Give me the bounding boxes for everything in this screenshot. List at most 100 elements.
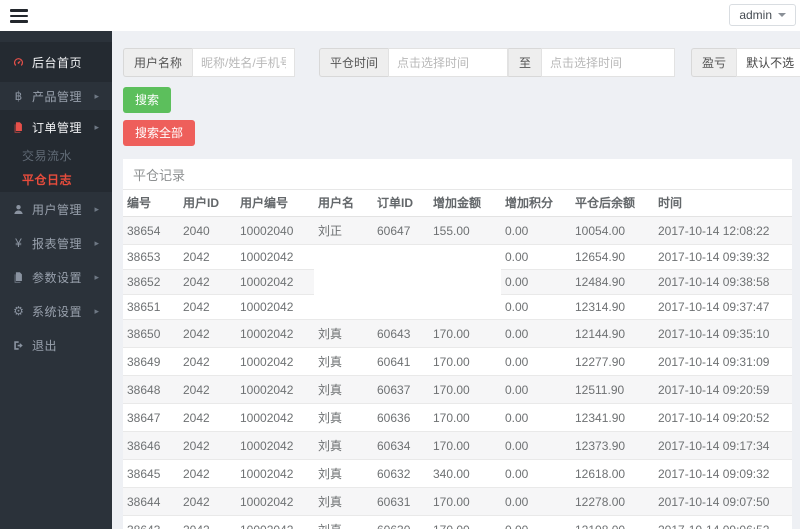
table-cell: 10002042 bbox=[236, 403, 314, 432]
sidebar-item-trade-flow[interactable]: 交易流水 bbox=[0, 144, 112, 166]
table-cell: 12144.90 bbox=[571, 319, 654, 348]
profit-loss-select[interactable]: 默认不选 bbox=[736, 48, 800, 77]
panel-title: 平仓记录 bbox=[123, 159, 792, 190]
search-all-button[interactable]: 搜索全部 bbox=[123, 120, 196, 146]
table-row: 38654 2040 10002040 刘正 60647 155.00 0.00 10054.… bbox=[123, 216, 792, 245]
table-cell: 12341.90 bbox=[571, 403, 654, 432]
sidebar-item-label: 交易流水 bbox=[22, 148, 73, 163]
table-cell: 2017-10-14 09:17:34 bbox=[654, 431, 792, 460]
table-cell: 12373.90 bbox=[571, 431, 654, 460]
table-cell: 12618.00 bbox=[571, 459, 654, 488]
table-cell: 12511.90 bbox=[571, 375, 654, 404]
column-header: 增加积分 bbox=[501, 190, 571, 217]
chevron-right-icon: ▸ bbox=[94, 203, 99, 214]
table-cell: 10002040 bbox=[236, 216, 314, 245]
close-records-panel: 平仓记录 编号 用户ID 用户编号 用户名 订单ID 增加金额 增加积分 平仓后余额 时间 38… bbox=[123, 159, 792, 529]
table-cell: 38652 bbox=[123, 269, 179, 295]
table-cell: 12654.90 bbox=[571, 244, 654, 270]
table-cell: 170.00 bbox=[429, 375, 501, 404]
logout-icon bbox=[10, 339, 27, 352]
table-cell: 2042 bbox=[179, 403, 236, 432]
table-cell: 0.00 bbox=[501, 515, 571, 529]
table-cell: 10002042 bbox=[236, 269, 314, 295]
table-cell: 10002042 bbox=[236, 244, 314, 270]
table-cell: 10002042 bbox=[236, 515, 314, 529]
user-menu-button[interactable]: admin bbox=[729, 4, 796, 26]
table-cell: 0.00 bbox=[501, 459, 571, 488]
table-cell: 60643 bbox=[373, 319, 429, 348]
search-button[interactable]: 搜索 bbox=[123, 87, 172, 113]
sidebar-item-users[interactable]: 用户管理 ▸ bbox=[0, 192, 112, 226]
table-cell: 2042 bbox=[179, 319, 236, 348]
username-input[interactable] bbox=[192, 48, 296, 77]
profit-loss-filter-group: 盈亏 默认不选 bbox=[691, 48, 800, 77]
table-cell bbox=[314, 269, 373, 295]
sidebar-item-home[interactable]: 后台首页 bbox=[0, 42, 112, 82]
sidebar-item-params[interactable]: 参数设置 ▸ bbox=[0, 260, 112, 294]
table-cell: 10054.00 bbox=[571, 216, 654, 245]
table-cell: 170.00 bbox=[429, 403, 501, 432]
table-cell: 刘真 bbox=[314, 319, 373, 348]
column-header: 平仓后余额 bbox=[571, 190, 654, 217]
table-cell: 12484.90 bbox=[571, 269, 654, 295]
table-row: 38649 2042 10002042 刘真 60641 170.00 0.00 12277.… bbox=[123, 347, 792, 376]
table-cell bbox=[429, 269, 501, 295]
table-cell: 60636 bbox=[373, 403, 429, 432]
chevron-down-icon bbox=[778, 13, 786, 17]
main-content: 用户名称 平仓时间 至 盈亏 默认不选 搜索 搜索全部 平仓记录 bbox=[112, 31, 800, 529]
column-header: 增加金额 bbox=[429, 190, 501, 217]
yen-icon: ¥ bbox=[15, 236, 22, 250]
column-header: 用户编号 bbox=[236, 190, 314, 217]
table-cell: 0.00 bbox=[501, 294, 571, 320]
table-row: 38650 2042 10002042 刘真 60643 170.00 0.00 12144.… bbox=[123, 319, 792, 348]
table-cell bbox=[373, 269, 429, 295]
table-cell: 2042 bbox=[179, 269, 236, 295]
table-cell: 38645 bbox=[123, 459, 179, 488]
table-row: 38652 2042 10002042 0.00 12484.90 2017-10-14 … bbox=[123, 269, 792, 295]
close-time-to-input[interactable] bbox=[541, 48, 676, 77]
close-time-from-input[interactable] bbox=[388, 48, 509, 77]
close-time-filter-label: 平仓时间 bbox=[319, 48, 389, 77]
filter-bar: 用户名称 平仓时间 至 盈亏 默认不选 bbox=[123, 48, 800, 77]
sidebar: 后台首页฿产品管理 ▸ 订单管理 ▸ 交易流水 平仓日志 用户管理 ▸ ¥ 报表管理 ▸ 参数设置 ▸ ⚙… bbox=[0, 31, 112, 529]
sidebar-item-products[interactable]: ฿ 产品管理 ▸ bbox=[0, 82, 112, 110]
table-cell bbox=[373, 244, 429, 270]
username-filter-label: 用户名称 bbox=[123, 48, 193, 77]
table-cell: 170.00 bbox=[429, 487, 501, 516]
table-row: 38643204210002042刘真60630170.000.0012108.… bbox=[123, 515, 792, 529]
table-cell: 38648 bbox=[123, 375, 179, 404]
table-cell: 2042 bbox=[179, 294, 236, 320]
menu-toggle-button[interactable] bbox=[10, 9, 28, 23]
table-row: 38646 2042 10002042 刘真 60634 170.00 0.00 12373.… bbox=[123, 431, 792, 460]
table-cell: 2017-10-14 09:37:47 bbox=[654, 294, 792, 320]
sidebar-item-system[interactable]: ⚙ 系统设置 ▸ bbox=[0, 294, 112, 328]
table-cell: 2042 bbox=[179, 347, 236, 376]
table-row: 38651 2042 10002042 0.00 12314.90 2017-10-14 … bbox=[123, 294, 792, 320]
table-cell: 刘真 bbox=[314, 347, 373, 376]
table-cell: 10002042 bbox=[236, 487, 314, 516]
sidebar-item-orders[interactable]: 订单管理 ▸ bbox=[0, 110, 112, 144]
table-cell: 170.00 bbox=[429, 347, 501, 376]
table-cell: 60631 bbox=[373, 487, 429, 516]
chevron-right-icon: ▸ bbox=[94, 237, 99, 248]
table-cell: 0.00 bbox=[501, 347, 571, 376]
orders-icon bbox=[10, 121, 27, 134]
close-records-table: 编号 用户ID 用户编号 用户名 订单ID 增加金额 增加积分 平仓后余额 时间 38654 20… bbox=[123, 190, 792, 529]
close-time-filter-group: 平仓时间 至 bbox=[319, 48, 676, 77]
table-cell: 2042 bbox=[179, 459, 236, 488]
table-cell: 60641 bbox=[373, 347, 429, 376]
table-cell bbox=[314, 244, 373, 270]
sidebar-item-reports[interactable]: ¥ 报表管理 ▸ bbox=[0, 226, 112, 260]
table-cell: 170.00 bbox=[429, 515, 501, 529]
table-cell bbox=[429, 244, 501, 270]
table-cell: 2017-10-14 09:38:58 bbox=[654, 269, 792, 295]
table-cell: 0.00 bbox=[501, 403, 571, 432]
table-cell: 2017-10-14 09:09:32 bbox=[654, 459, 792, 488]
sidebar-item-logout[interactable]: 退出 bbox=[0, 328, 112, 362]
table-cell: 2042 bbox=[179, 431, 236, 460]
column-header: 订单ID bbox=[373, 190, 429, 217]
table-cell: 2017-10-14 09:07:50 bbox=[654, 487, 792, 516]
table-cell: 38649 bbox=[123, 347, 179, 376]
sidebar-item-label: 订单管理 bbox=[32, 120, 83, 135]
sidebar-item-close-log[interactable]: 平仓日志 bbox=[0, 166, 112, 192]
